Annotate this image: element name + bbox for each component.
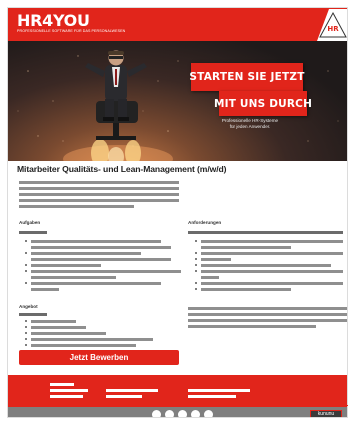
- requirements-item-line: [201, 240, 343, 243]
- bullet: [25, 338, 27, 340]
- offer-item-line: [31, 332, 106, 335]
- bullet: [195, 258, 197, 260]
- intro-text-line: [19, 205, 134, 208]
- offer-item-line: [31, 326, 86, 329]
- tasks-item-line: [31, 252, 141, 255]
- requirements-item-line: [201, 258, 231, 261]
- footer-links-area: [8, 375, 347, 407]
- tasks-item-line: [31, 240, 161, 243]
- bullet: [195, 270, 197, 272]
- intro-text-line: [19, 199, 179, 202]
- requirements-item-line: [201, 246, 291, 249]
- tasks-item-line: [31, 246, 171, 249]
- tasks-item-line: [31, 276, 116, 279]
- header-badge: HR: [317, 9, 347, 41]
- tasks-item-line: [31, 258, 171, 261]
- intro-text-line: [19, 187, 179, 190]
- requirements-item-line: [201, 252, 343, 255]
- requirements-item-line: [201, 282, 343, 285]
- job-posting-frame: HR4YOU PROFESSIONELLE SOFTWARE FÜR DAS P…: [7, 7, 348, 418]
- job-title: Mitarbeiter Qualitäts- und Lean-Manageme…: [17, 164, 227, 174]
- intro-text-line: [19, 193, 179, 196]
- bullet: [25, 326, 27, 328]
- bullet: [25, 282, 27, 284]
- footer-link-line[interactable]: [50, 389, 88, 392]
- section-heading-requirements: Anforderungen: [188, 220, 222, 225]
- bullet: [195, 282, 197, 284]
- offer-item-line: [31, 320, 76, 323]
- footer-link-line[interactable]: [188, 395, 236, 398]
- hr4you-logo[interactable]: HR4YOU PROFESSIONELLE SOFTWARE FÜR DAS P…: [17, 12, 125, 34]
- closing-text-line: [188, 319, 347, 322]
- header: HR4YOU PROFESSIONELLE SOFTWARE FÜR DAS P…: [8, 8, 347, 41]
- social-icon[interactable]: [191, 410, 200, 417]
- tasks-intro-line: [19, 231, 47, 234]
- logo-text: HR4YOU: [17, 11, 90, 30]
- bullet: [25, 252, 27, 254]
- footer-link-line[interactable]: [106, 389, 158, 392]
- tasks-item-line: [31, 264, 101, 267]
- hero-cta-start-button[interactable]: STARTEN SIE JETZT: [189, 63, 304, 91]
- logo-subtitle: PROFESSIONELLE SOFTWARE FÜR DAS PERSONAL…: [17, 29, 126, 33]
- requirements-item-line: [201, 270, 343, 273]
- badge-text: HR: [327, 25, 339, 33]
- annotation-arrow: [334, 405, 348, 406]
- social-icon[interactable]: [152, 410, 161, 417]
- requirements-item-line: [201, 264, 331, 267]
- offer-intro-line: [19, 313, 47, 316]
- kununu-stars-icon: ★★★★★: [311, 417, 341, 418]
- footer-link-line[interactable]: [50, 395, 83, 398]
- bullet: [25, 320, 27, 322]
- requirements-intro-line: [188, 231, 343, 234]
- hero-tagline: Professionelle HR-Systeme für jeden Anwe…: [194, 118, 306, 130]
- social-icon[interactable]: [165, 410, 174, 417]
- bullet: [25, 332, 27, 334]
- badge-triangle-icon: HR: [317, 9, 347, 41]
- intro-text-line: [19, 181, 179, 184]
- bullet: [195, 240, 197, 242]
- social-icon[interactable]: [204, 410, 213, 417]
- hero-banner: STARTEN SIE JETZT MIT UNS DURCH Professi…: [8, 41, 347, 161]
- tasks-item-line: [31, 270, 181, 273]
- section-heading-offer: Angebot: [19, 304, 38, 309]
- tasks-item-line: [31, 282, 161, 285]
- page: HR4YOU PROFESSIONELLE SOFTWARE FÜR DAS P…: [0, 0, 355, 425]
- closing-text-line: [188, 307, 347, 310]
- footer-link-line[interactable]: [50, 383, 74, 386]
- social-icon[interactable]: [178, 410, 187, 417]
- bullet: [25, 270, 27, 272]
- tasks-item-line: [31, 288, 59, 291]
- bullet: [25, 344, 27, 346]
- kununu-rating-badge[interactable]: kununu ★★★★★: [310, 410, 342, 418]
- offer-item-line: [31, 344, 136, 347]
- bullet: [25, 264, 27, 266]
- requirements-item-line: [201, 276, 219, 279]
- footer-link-line[interactable]: [188, 389, 250, 392]
- footer-link-line[interactable]: [106, 395, 142, 398]
- bullet: [195, 288, 197, 290]
- closing-text-line: [188, 313, 347, 316]
- footer-social-bar: [8, 407, 347, 417]
- apply-now-button[interactable]: Jetzt Bewerben: [19, 350, 179, 365]
- bullet: [195, 264, 197, 266]
- bullet: [195, 252, 197, 254]
- offer-item-line: [31, 338, 153, 341]
- section-heading-tasks: Aufgaben: [19, 220, 41, 225]
- requirements-item-line: [201, 288, 291, 291]
- closing-text-line: [188, 325, 316, 328]
- hero-cta-through-button[interactable]: MIT UNS DURCH: [214, 91, 312, 116]
- bullet: [25, 240, 27, 242]
- hero-tagline-line2: für jeden Anwender.: [229, 124, 271, 129]
